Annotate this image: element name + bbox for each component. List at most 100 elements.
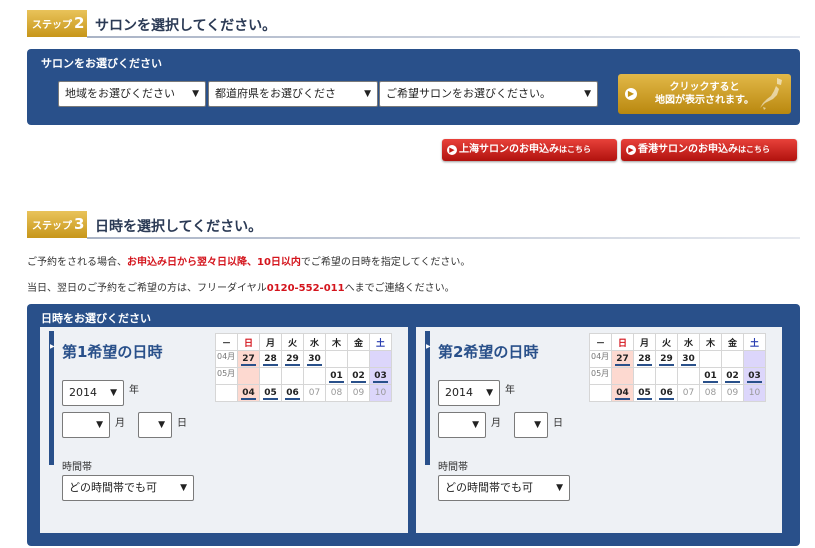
year-select[interactable]: 2014 ▼ [62,380,124,406]
calendar-weekday-header: 木 [699,333,722,351]
calendar-month-label: 05月 [589,367,612,385]
step3-header: ステップ 3 日時を選択してください。 [27,211,800,239]
chevron-down-icon: ▼ [192,89,199,99]
show-map-button[interactable]: ▶ クリックすると 地図が表示されます。 [618,74,791,114]
calendar-weekday-header: 日 [611,333,634,351]
chevron-down-icon: ▼ [96,420,103,430]
second-choice-panel: ▶ 第2希望の日時 2014 ▼ 年 ▼ 月 ▼ 日 時間帯 どの時間帯でも可 ▼ … [416,327,782,533]
calendar-weekday-header: 月 [259,333,282,351]
calendar-month-label [589,384,612,402]
calendar-weekday-header: 水 [677,333,700,351]
year-select[interactable]: 2014 ▼ [438,380,500,406]
calendar-empty-cell [677,367,700,385]
calendar-empty-cell [281,367,304,385]
calendar-empty-cell [237,367,260,385]
calendar-empty-cell [347,350,370,368]
calendar-empty-cell [633,367,656,385]
calendar-day[interactable]: 01 [699,367,722,385]
calendar-day: 10 [369,384,392,402]
calendar-day: 09 [721,384,744,402]
calendar-day[interactable]: 27 [611,350,634,368]
calendar-weekday-header: － [215,333,238,351]
calendar-day[interactable]: 30 [303,350,326,368]
panel-title: 第1希望の日時 [62,343,163,361]
month-select[interactable]: ▼ [438,412,486,438]
calendar-day: 07 [677,384,700,402]
chevron-down-icon: ▼ [110,388,117,398]
prefecture-select[interactable]: 都道府県をお選びくださ ▼ [208,81,378,107]
calendar-day[interactable]: 05 [633,384,656,402]
chevron-down-icon: ▼ [486,388,493,398]
calendar-weekday-header: － [589,333,612,351]
calendar-month-label: 04月 [215,350,238,368]
calendar-day[interactable]: 06 [655,384,678,402]
calendar-day[interactable]: 06 [281,384,304,402]
region-select[interactable]: 地域をお選びください ▼ [58,81,206,107]
calendar-month-label [215,384,238,402]
shanghai-salon-button[interactable]: ▶ 上海サロンのお申込みはこちら [442,139,617,161]
time-label: 時間帯 [62,462,92,473]
day-select[interactable]: ▼ [514,412,548,438]
calendar-weekday-header: 水 [303,333,326,351]
calendar-day[interactable]: 03 [369,367,392,385]
calendar-empty-cell [303,367,326,385]
calendar-day[interactable]: 04 [611,384,634,402]
arrow-right-icon: ▶ [447,145,457,155]
calendar-day[interactable]: 04 [237,384,260,402]
calendar-day[interactable]: 02 [347,367,370,385]
calendar-empty-cell [699,350,722,368]
calendar-day: 07 [303,384,326,402]
calendar-day[interactable]: 29 [281,350,304,368]
calendar: －日月火水木金土 04月 27 28 29 30 05月 01 02 03 04 05 06 07 08 09… [589,333,766,402]
salon-box-title: サロンをお選びください [41,57,162,70]
hongkong-salon-button[interactable]: ▶ 香港サロンのお申込みはこちら [621,139,797,161]
salon-select[interactable]: ご希望サロンをお選びください。 ▼ [379,81,598,107]
chevron-down-icon: ▼ [158,420,165,430]
step3-title: 日時を選択してください。 [95,219,263,235]
chevron-down-icon: ▼ [584,89,591,99]
time-select[interactable]: どの時間帯でも可 ▼ [438,475,570,501]
calendar-day[interactable]: 01 [325,367,348,385]
calendar-day: 10 [743,384,766,402]
step3-badge: ステップ 3 [27,211,87,238]
calendar-weekday-header: 金 [721,333,744,351]
calendar-day[interactable]: 03 [743,367,766,385]
calendar-weekday-header: 土 [369,333,392,351]
calendar-empty-cell [259,367,282,385]
chevron-down-icon: ▼ [364,89,371,99]
salon-select-box: サロンをお選びください 地域をお選びください ▼ 都道府県をお選びくださ ▼ ご希望… [27,49,800,125]
calendar-day[interactable]: 28 [633,350,656,368]
panel-title: 第2希望の日時 [438,343,539,361]
calendar-day[interactable]: 28 [259,350,282,368]
day-select[interactable]: ▼ [138,412,172,438]
calendar-day[interactable]: 29 [655,350,678,368]
calendar-weekday-header: 土 [743,333,766,351]
time-select[interactable]: どの時間帯でも可 ▼ [62,475,194,501]
time-label: 時間帯 [438,462,468,473]
japan-map-icon [760,78,782,110]
month-select[interactable]: ▼ [62,412,110,438]
calendar-day[interactable]: 30 [677,350,700,368]
calendar-day[interactable]: 05 [259,384,282,402]
calendar-empty-cell [655,367,678,385]
calendar: －日月火水木金土 04月 27 28 29 30 05月 01 02 03 04 05 06 07 08 09… [215,333,392,402]
calendar-weekday-header: 火 [281,333,304,351]
calendar-weekday-header: 月 [633,333,656,351]
chevron-down-icon: ▼ [472,420,479,430]
calendar-empty-cell [369,350,392,368]
calendar-empty-cell [743,350,766,368]
calendar-weekday-header: 金 [347,333,370,351]
calendar-day[interactable]: 02 [721,367,744,385]
chevron-down-icon: ▼ [556,483,563,493]
arrow-right-icon: ▶ [625,88,637,100]
datetime-box-title: 日時をお選びください [41,312,151,325]
calendar-empty-cell [325,350,348,368]
calendar-weekday-header: 木 [325,333,348,351]
first-choice-panel: ▶ 第1希望の日時 2014 ▼ 年 ▼ 月 ▼ 日 時間帯 どの時間帯でも可 ▼ … [40,327,408,533]
step2-badge: ステップ 2 [27,10,87,37]
chevron-down-icon: ▼ [180,483,187,493]
phone-note: 当日、翌日のご予約をご希望の方は、フリーダイヤル0120-552-011へまでご… [27,283,455,294]
calendar-empty-cell [721,350,744,368]
calendar-month-label: 05月 [215,367,238,385]
calendar-day[interactable]: 27 [237,350,260,368]
